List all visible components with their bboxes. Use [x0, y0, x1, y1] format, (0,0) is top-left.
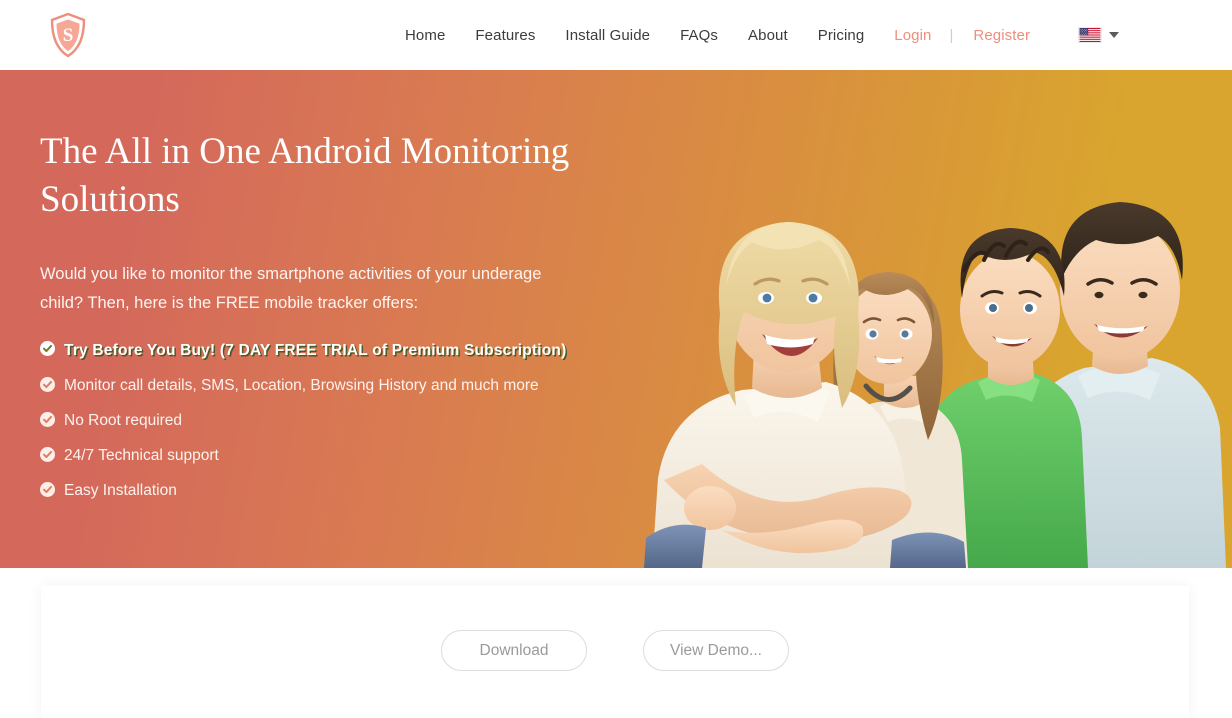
main-navigation: Home Features Install Guide FAQs About P…	[405, 0, 1120, 70]
list-item-label: Monitor call details, SMS, Location, Bro…	[64, 377, 539, 394]
list-item: No Root required	[40, 409, 600, 433]
check-circle-icon	[40, 412, 55, 427]
check-circle-icon	[40, 447, 55, 462]
cta-card: Download View Demo...	[41, 586, 1189, 718]
nav-item-features[interactable]: Features	[475, 27, 535, 44]
hero-subtitle: Would you like to monitor the smartphone…	[40, 265, 542, 312]
nav-item-faqs[interactable]: FAQs	[680, 27, 718, 44]
check-circle-icon	[40, 482, 55, 497]
nav-separator: |	[949, 26, 954, 44]
family-photo	[592, 138, 1232, 568]
cta-button-group: Download View Demo...	[41, 630, 1189, 671]
svg-text:S: S	[63, 25, 74, 46]
check-circle-icon	[40, 341, 55, 356]
landing-page: S Home Features Install Guide FAQs About…	[0, 0, 1232, 718]
chevron-down-icon	[1109, 32, 1120, 38]
list-item-label: Try Before You Buy! (7 DAY FREE TRIAL of…	[64, 342, 567, 359]
list-item: Easy Installation	[40, 479, 600, 503]
hero-title: The All in One Android Monitoring Soluti…	[40, 131, 570, 220]
nav-item-install-guide[interactable]: Install Guide	[565, 27, 650, 44]
list-item-label: Easy Installation	[64, 482, 177, 499]
language-selector[interactable]	[1078, 27, 1120, 43]
login-link[interactable]: Login	[894, 27, 931, 44]
list-item: 24/7 Technical support	[40, 444, 600, 468]
register-link[interactable]: Register	[973, 27, 1030, 44]
nav-item-home[interactable]: Home	[405, 27, 445, 44]
nav-item-about[interactable]: About	[748, 27, 788, 44]
hero-banner: The All in One Android Monitoring Soluti…	[0, 70, 1232, 568]
us-flag-icon	[1078, 27, 1103, 43]
list-item-label: 24/7 Technical support	[64, 447, 219, 464]
shield-s-logo-icon[interactable]: S	[48, 10, 88, 60]
list-item-label: No Root required	[64, 412, 183, 429]
list-item: Monitor call details, SMS, Location, Bro…	[40, 374, 600, 398]
view-demo-button[interactable]: View Demo...	[643, 630, 789, 671]
nav-item-pricing[interactable]: Pricing	[818, 27, 865, 44]
site-header: S Home Features Install Guide FAQs About…	[0, 0, 1232, 70]
check-circle-icon	[40, 377, 55, 392]
hero-feature-list: Try Before You Buy! (7 DAY FREE TRIAL of…	[40, 338, 600, 514]
list-item: Try Before You Buy! (7 DAY FREE TRIAL of…	[40, 338, 600, 363]
download-button[interactable]: Download	[441, 630, 587, 671]
